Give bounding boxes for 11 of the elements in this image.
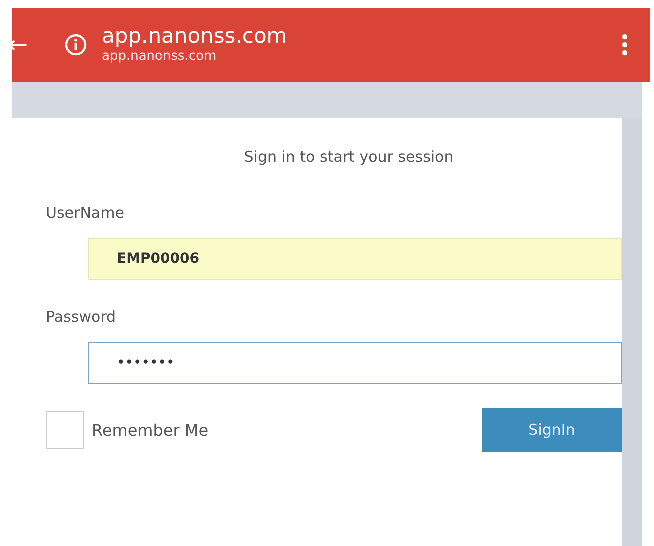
page-title: app.nanonss.com (102, 24, 288, 48)
url-text[interactable]: app.nanonss.com (102, 48, 622, 66)
remember-label[interactable]: Remember Me (92, 420, 209, 440)
input-field[interactable]: ••••••• (88, 342, 622, 384)
checkbox[interactable] (46, 411, 84, 449)
login-heading: Sign in to start your session (243, 148, 455, 166)
input-field[interactable]: EMP00006 (88, 238, 622, 280)
field-label: UserName (46, 204, 126, 222)
menu-icon[interactable] (622, 34, 628, 56)
info-icon[interactable] (64, 33, 88, 57)
field-label: Password (46, 308, 118, 326)
